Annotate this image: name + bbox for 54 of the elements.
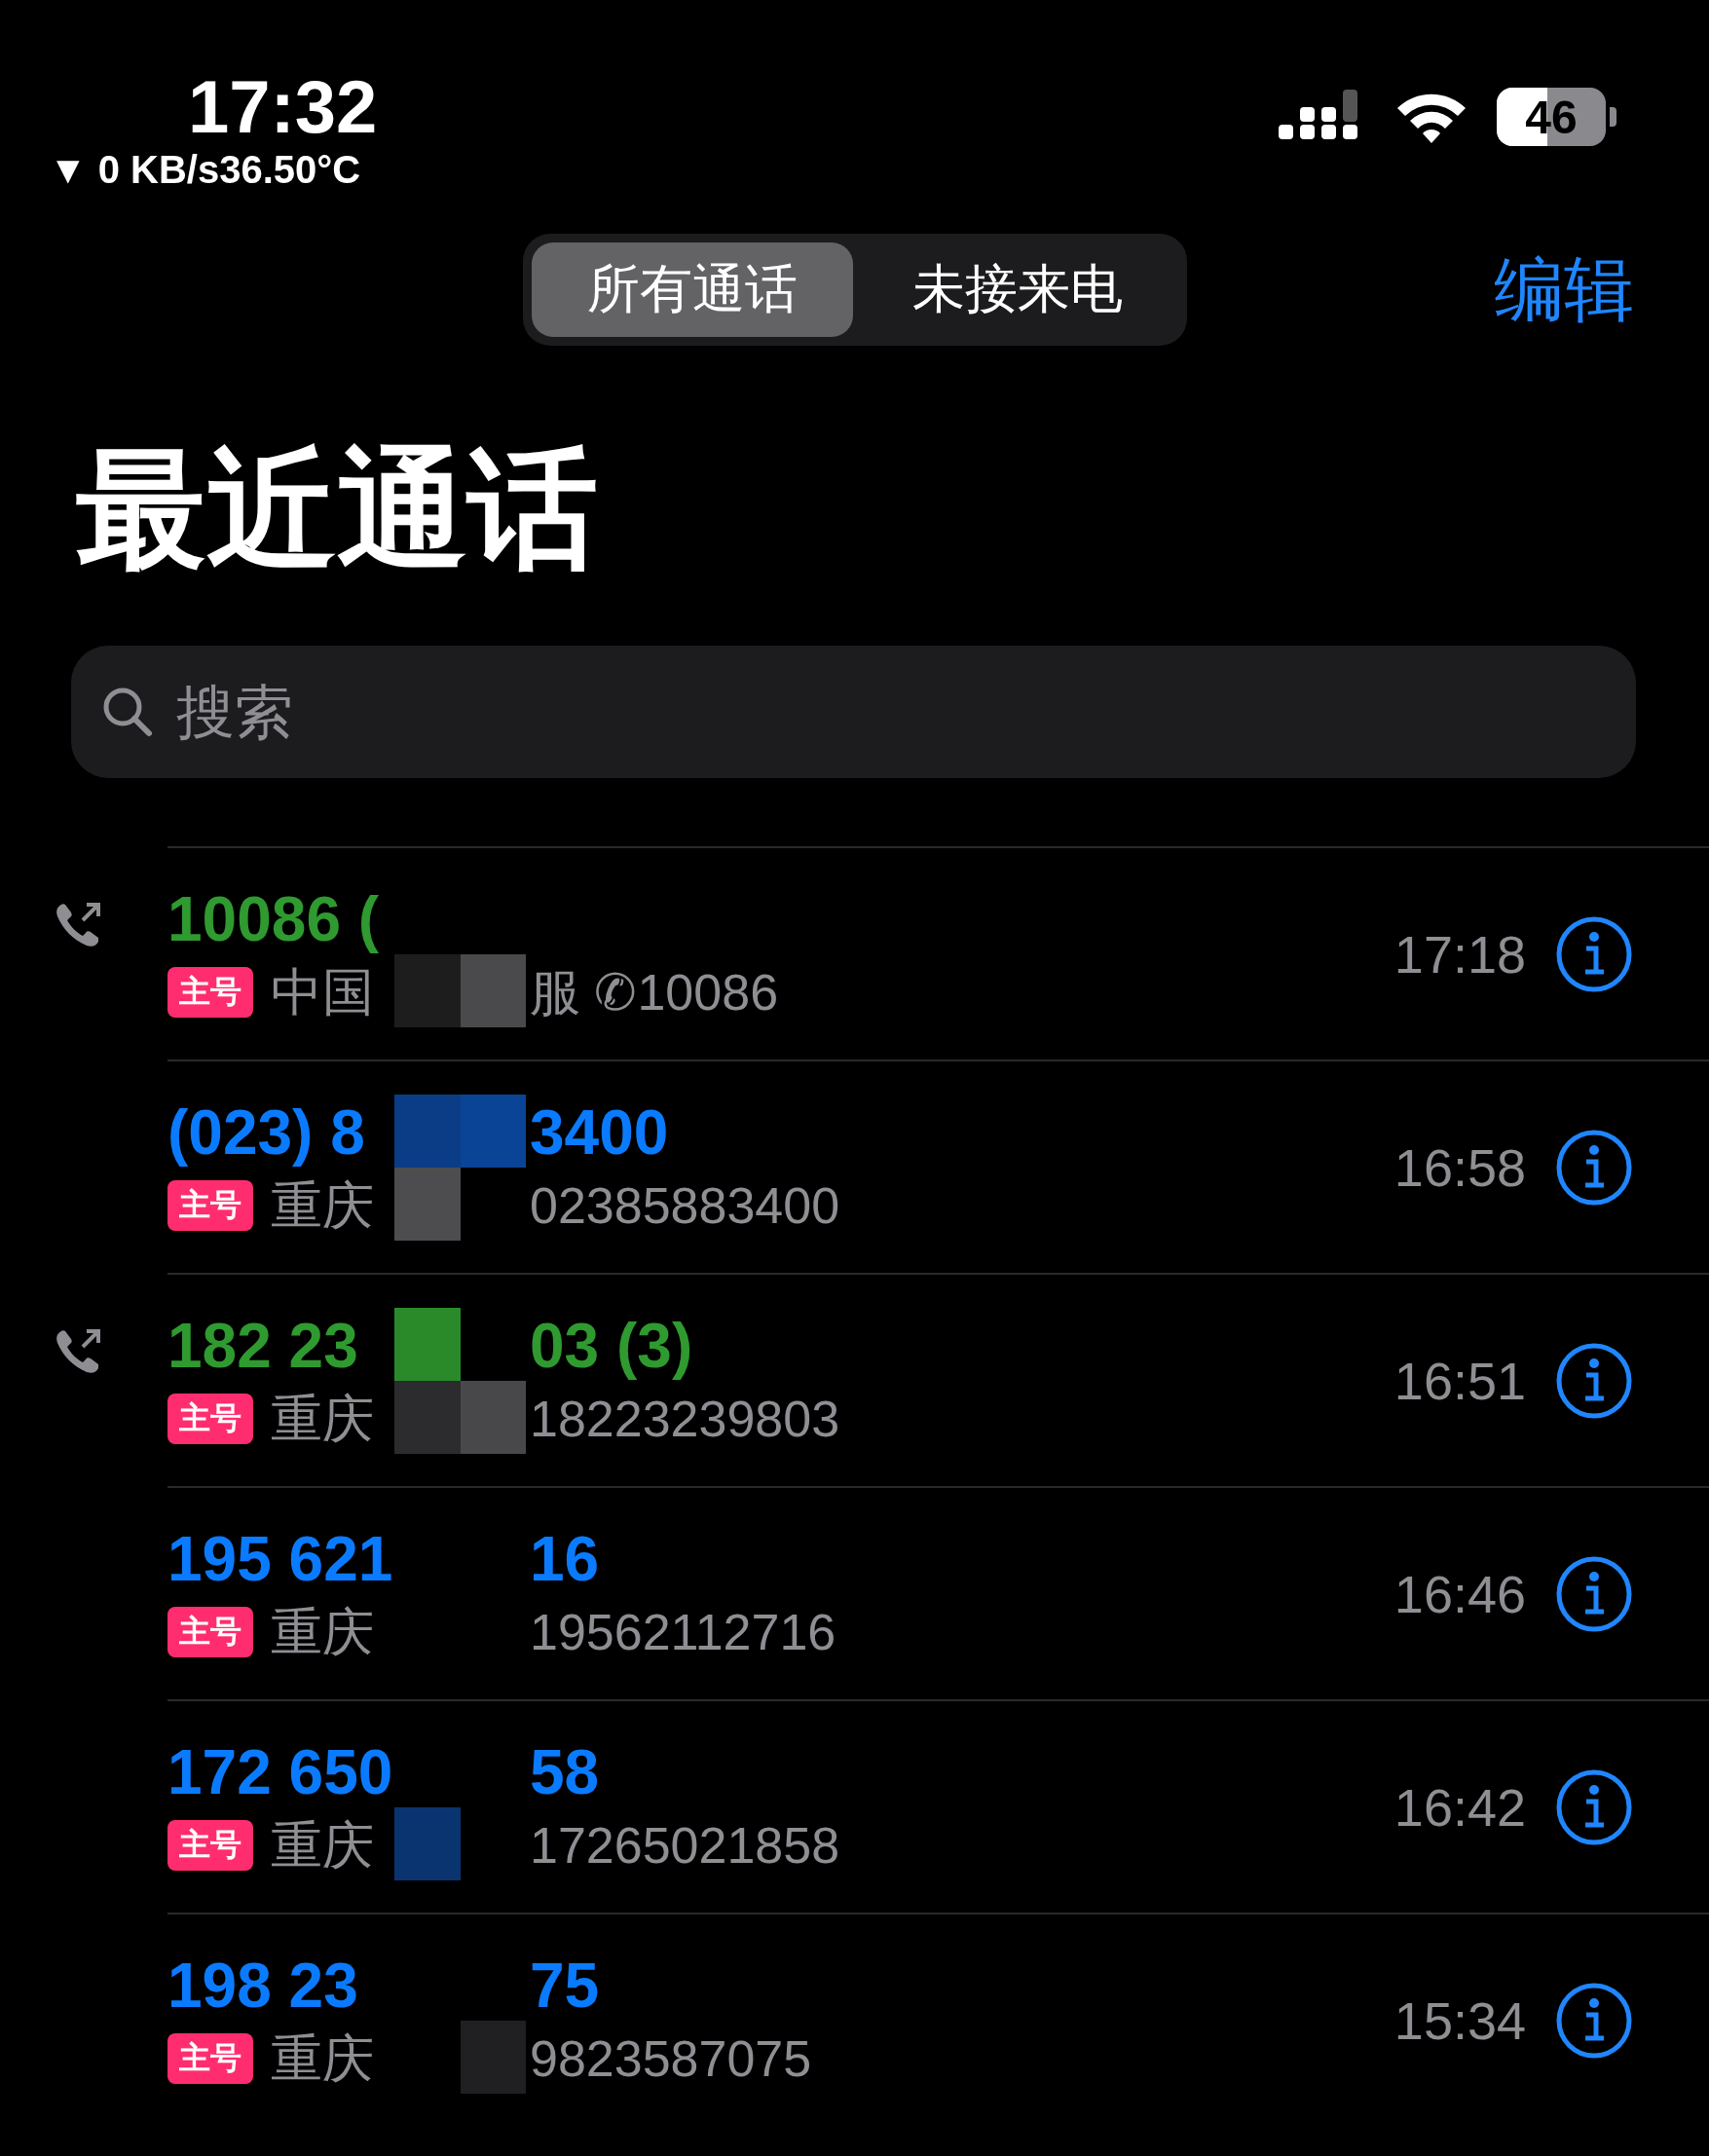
caller-detail: 19562112716: [529, 1602, 837, 1662]
network-speed: ▼ 0 KB/s36.50°C: [49, 147, 361, 193]
filter-tab[interactable]: 所有通话: [531, 242, 853, 337]
call-time: 16:51: [1393, 1350, 1526, 1411]
caller-number: 75: [529, 1951, 601, 2020]
caller-detail: 02385883400: [529, 1175, 841, 1236]
call-row[interactable]: 198 23 75 主号 重庆 9823587075 15:34: [0, 1913, 1709, 2126]
caller-location: 重庆: [271, 1387, 374, 1450]
caller-location: 重庆: [271, 1600, 374, 1663]
caller-number: (023) 8: [167, 1097, 366, 1167]
primary-number-tag: 主号: [167, 1393, 253, 1444]
info-icon[interactable]: [1555, 1767, 1633, 1846]
primary-number-tag: 主号: [167, 1179, 253, 1231]
caller-number: 195 621: [167, 1524, 394, 1593]
call-time: 16:42: [1393, 1776, 1526, 1838]
caller-location: 重庆: [271, 1173, 374, 1237]
call-row[interactable]: 172 650 58 主号 重庆 17265021858 16:42: [0, 1699, 1709, 1913]
call-row[interactable]: 195 621 16 主号 重庆 19562112716 16:46: [0, 1486, 1709, 1699]
call-time: 15:34: [1393, 1989, 1526, 2051]
caller-detail: 17265021858: [529, 1815, 841, 1876]
call-row[interactable]: (023) 8 3400 主号 重庆 02385883400 16:58: [0, 1059, 1709, 1273]
clock-time: 17:32: [188, 68, 378, 146]
caller-location: 重庆: [271, 2026, 374, 2090]
info-icon[interactable]: [1555, 914, 1633, 993]
info-icon[interactable]: [1555, 1554, 1633, 1633]
caller-number: 3400: [529, 1097, 670, 1167]
caller-detail: 18223239803: [529, 1389, 841, 1449]
call-time: 16:46: [1393, 1563, 1526, 1624]
info-icon[interactable]: [1555, 1981, 1633, 2060]
call-row[interactable]: 10086 ( 主号 中国 服 ✆10086 17:18: [0, 846, 1709, 1059]
caller-location: 中国: [271, 960, 374, 1023]
caller-number: 172 650: [167, 1737, 394, 1806]
caller-location: 重庆: [271, 1813, 374, 1877]
caller-number: 03 (3): [529, 1311, 694, 1380]
caller-detail: 9823587075: [529, 2028, 813, 2089]
call-time: 17:18: [1393, 923, 1526, 985]
page-title: 最近通话: [76, 432, 599, 587]
caller-number: 10086 (: [167, 884, 381, 953]
primary-number-tag: 主号: [167, 966, 253, 1018]
primary-number-tag: 主号: [167, 1819, 253, 1871]
info-icon[interactable]: [1555, 1341, 1633, 1420]
caller-number: 182 23: [167, 1311, 359, 1380]
search-field[interactable]: 搜索: [71, 646, 1636, 778]
caller-detail: 服 ✆10086: [529, 962, 780, 1022]
primary-number-tag: 主号: [167, 1606, 253, 1657]
caller-number: 16: [529, 1524, 601, 1593]
caller-number: 58: [529, 1737, 601, 1806]
call-row[interactable]: 182 23 03 (3) 主号 重庆 18223239803 16:51: [0, 1273, 1709, 1486]
filter-tab[interactable]: 未接来电: [856, 242, 1178, 337]
info-icon[interactable]: [1555, 1128, 1633, 1207]
edit-button[interactable]: 编辑: [1494, 242, 1634, 337]
primary-number-tag: 主号: [167, 2032, 253, 2084]
caller-number: 198 23: [167, 1951, 359, 2020]
call-time: 16:58: [1393, 1136, 1526, 1198]
